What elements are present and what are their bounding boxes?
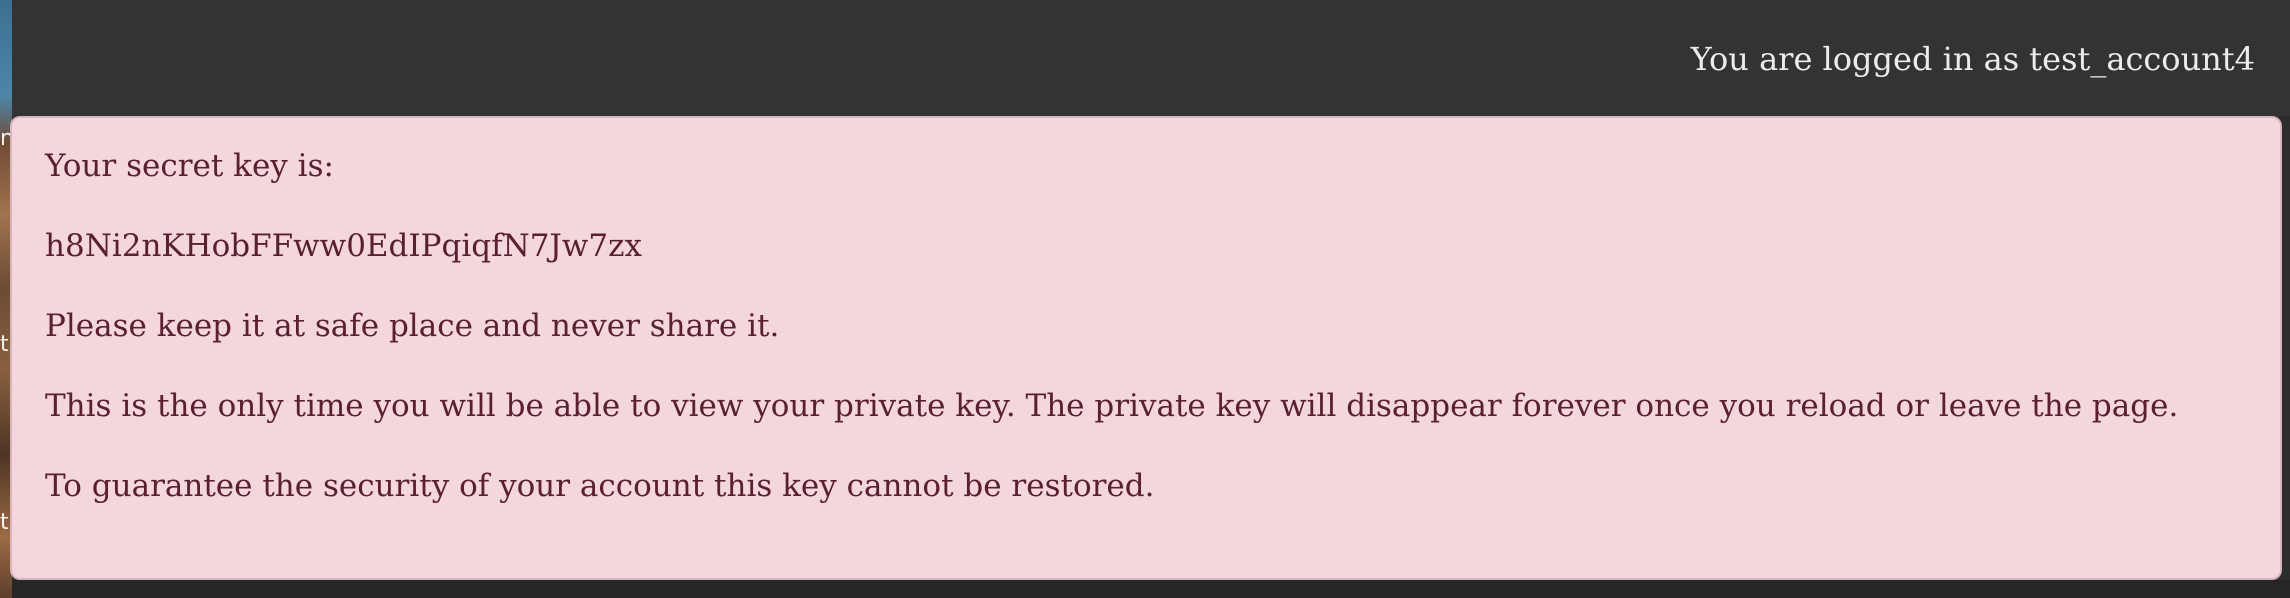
secret-key-value: h8Ni2nKHobFFww0EdIPqiqfN7Jw7zx bbox=[45, 228, 642, 264]
background-edge-glyph: t bbox=[0, 512, 9, 534]
safe-storage-warning: Please keep it at safe place and never s… bbox=[45, 308, 780, 344]
secret-key-alert: Your secret key is: h8Ni2nKHobFFww0EdIPq… bbox=[10, 116, 2282, 580]
background-edge-glyph: n bbox=[0, 128, 10, 150]
restore-warning: To guarantee the security of your accoun… bbox=[45, 468, 1155, 504]
bottom-dark-bar bbox=[12, 580, 2290, 598]
secret-key-intro: Your secret key is: bbox=[45, 148, 334, 184]
login-status-text: You are logged in as test_account4 bbox=[1690, 40, 2255, 78]
top-navigation-bar: You are logged in as test_account4 bbox=[12, 0, 2290, 116]
background-edge-glyph: t bbox=[0, 334, 9, 356]
single-view-warning: This is the only time you will be able t… bbox=[45, 388, 2179, 424]
